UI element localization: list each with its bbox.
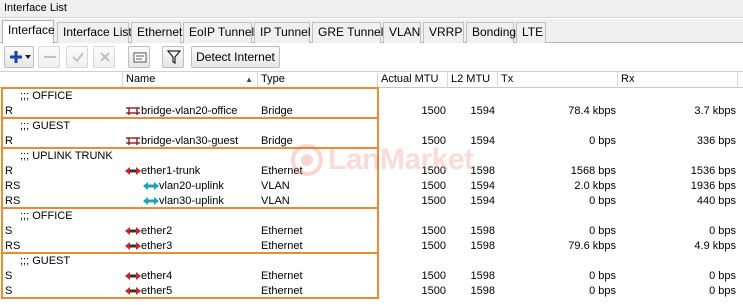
rx-cell: 336 bps: [696, 135, 736, 147]
note-icon: [133, 52, 147, 63]
rx-cell: 440 bps: [696, 195, 736, 207]
column-actual-mtu[interactable]: Actual MTU: [378, 72, 448, 88]
tx-cell: 0 bps: [589, 285, 616, 297]
enable-button[interactable]: [66, 46, 88, 68]
l2-mtu-cell: 1594: [470, 180, 495, 192]
highlight-box-guest: [1, 117, 379, 149]
tab-interface[interactable]: Interface: [2, 20, 55, 44]
column-name-label: Name: [126, 73, 156, 85]
l2-mtu-cell: 1594: [470, 135, 495, 147]
actual-mtu-cell: 1500: [421, 270, 446, 282]
x-icon: [100, 52, 110, 62]
window-title: Interface List: [0, 0, 743, 18]
highlight-box-office-2: [1, 207, 379, 254]
actual-mtu-cell: 1500: [421, 165, 446, 177]
highlight-box-office: [1, 87, 379, 119]
actual-mtu-cell: 1500: [421, 225, 446, 237]
tab-vlan[interactable]: VLAN: [383, 22, 421, 43]
tx-cell: 79.6 kbps: [568, 240, 616, 252]
disable-button[interactable]: [93, 46, 115, 68]
highlight-box-guest-2: [1, 252, 379, 299]
tx-cell: 78.4 kbps: [568, 105, 616, 117]
column-type[interactable]: Type: [258, 72, 378, 88]
filter-icon: [167, 50, 181, 64]
tab-gre-tunnel[interactable]: GRE Tunnel: [312, 22, 383, 43]
plus-dropdown-icon: [10, 51, 31, 63]
rx-cell: 0 bps: [709, 285, 736, 297]
minus-icon: [44, 56, 56, 58]
actual-mtu-cell: 1500: [421, 180, 446, 192]
check-icon: [72, 52, 84, 63]
tx-cell: 0 bps: [589, 195, 616, 207]
rx-cell: 3.7 kbps: [694, 105, 736, 117]
filter-button[interactable]: [162, 46, 184, 68]
actual-mtu-cell: 1500: [421, 195, 446, 207]
l2-mtu-cell: 1598: [470, 240, 495, 252]
rx-cell: 0 bps: [709, 225, 736, 237]
column-flags[interactable]: [0, 72, 123, 88]
l2-mtu-cell: 1598: [470, 165, 495, 177]
l2-mtu-cell: 1598: [470, 225, 495, 237]
toolbar: Detect Internet: [0, 44, 743, 71]
actual-mtu-cell: 1500: [421, 135, 446, 147]
tx-cell: 0 bps: [589, 225, 616, 237]
rx-cell: 1536 bps: [690, 165, 736, 177]
sort-icon: ▲: [245, 75, 253, 84]
column-name[interactable]: Name ▲: [123, 72, 258, 88]
tab-ip-tunnel[interactable]: IP Tunnel: [254, 22, 310, 43]
rx-cell: 4.9 kbps: [694, 240, 736, 252]
tab-interface-list[interactable]: Interface List: [57, 22, 132, 43]
tab-bar: Interface Interface List Ethernet EoIP T…: [0, 19, 743, 44]
tab-ethernet[interactable]: Ethernet: [131, 22, 182, 43]
tx-cell: 2.0 kbps: [574, 180, 616, 192]
tab-lte[interactable]: LTE: [516, 22, 546, 43]
remove-button[interactable]: [38, 46, 60, 68]
tab-eoip-tunnel[interactable]: EoIP Tunnel: [183, 22, 254, 43]
column-rx[interactable]: Rx: [618, 72, 738, 88]
column-tx[interactable]: Tx: [498, 72, 618, 88]
actual-mtu-cell: 1500: [421, 105, 446, 117]
column-l2-mtu[interactable]: L2 MTU: [448, 72, 498, 88]
table-header: Name ▲ Type Actual MTU L2 MTU Tx Rx: [0, 71, 743, 88]
l2-mtu-cell: 1598: [470, 270, 495, 282]
l2-mtu-cell: 1594: [470, 195, 495, 207]
actual-mtu-cell: 1500: [421, 285, 446, 297]
rx-cell: 0 bps: [709, 270, 736, 282]
comment-button[interactable]: [128, 46, 150, 68]
actual-mtu-cell: 1500: [421, 240, 446, 252]
l2-mtu-cell: 1598: [470, 285, 495, 297]
detect-internet-button[interactable]: Detect Internet: [191, 46, 280, 68]
l2-mtu-cell: 1594: [470, 105, 495, 117]
tx-cell: 0 bps: [589, 135, 616, 147]
rx-cell: 1936 bps: [690, 180, 736, 192]
tab-vrrp[interactable]: VRRP: [423, 22, 464, 43]
tab-bonding[interactable]: Bonding: [466, 22, 516, 43]
highlight-box-uplink: [1, 147, 379, 209]
tx-cell: 0 bps: [589, 270, 616, 282]
tx-cell: 1568 bps: [570, 165, 616, 177]
add-button[interactable]: [4, 46, 34, 68]
